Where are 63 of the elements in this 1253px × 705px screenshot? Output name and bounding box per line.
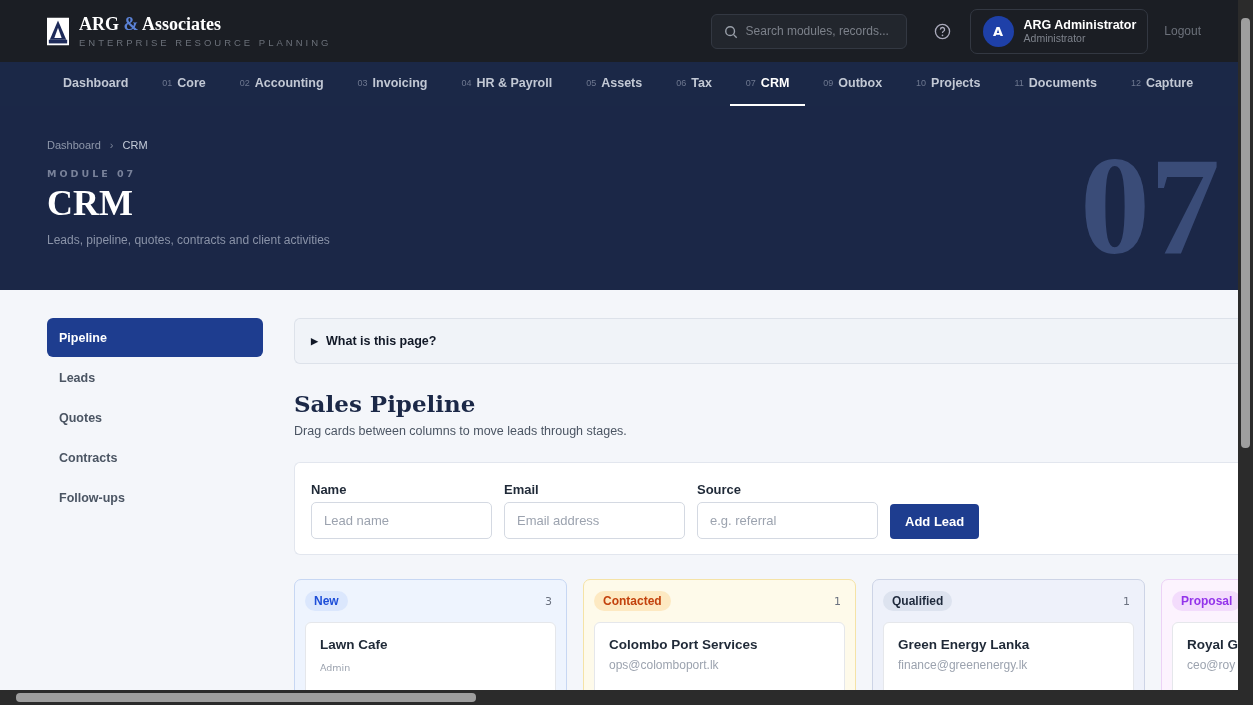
- input-field[interactable]: e.g. referral: [697, 502, 878, 539]
- sidebar-item[interactable]: Quotes: [47, 398, 263, 437]
- lead-card[interactable]: Green Energy Lanka finance@greenenergy.lk: [883, 622, 1134, 690]
- breadcrumb-current: CRM: [122, 139, 148, 151]
- lead-detail: Admin: [320, 662, 352, 673]
- breadcrumb-link[interactable]: Dashboard: [47, 139, 101, 151]
- page-title: CRM: [47, 183, 134, 223]
- nav-tab[interactable]: 01 Core: [146, 62, 222, 106]
- stage-badge: Proposal: [1172, 591, 1238, 611]
- lead-card[interactable]: Colombo Port Services ops@colomboport.lk: [594, 622, 845, 690]
- field-label: Name: [311, 482, 348, 497]
- page-subtitle: Leads, pipeline, quotes, contracts and client activities: [47, 233, 331, 247]
- input-field[interactable]: Email address: [504, 502, 685, 539]
- lead-name: Colombo Port Services: [609, 637, 759, 652]
- breadcrumb-separator: ›: [109, 139, 114, 151]
- lead-name: Royal G: [1187, 637, 1238, 652]
- horizontal-scrollbar[interactable]: [0, 690, 1253, 705]
- field-label: Source: [697, 482, 743, 497]
- sidebar-item[interactable]: Leads: [47, 358, 263, 397]
- nav-tab[interactable]: 10 Projects: [900, 62, 997, 106]
- lead-detail: ops@colomboport.lk: [609, 658, 720, 672]
- nav-tab[interactable]: 02 Accounting: [223, 62, 340, 106]
- nav-tab[interactable]: 04 HR & Payroll: [445, 62, 569, 106]
- stage-badge: Contacted: [594, 591, 671, 611]
- module-label: MODULE 07: [47, 168, 138, 179]
- nav-tab[interactable]: 09 Outbox: [807, 62, 899, 106]
- sidebar-item[interactable]: Follow-ups: [47, 478, 263, 517]
- sidebar-item[interactable]: Pipeline: [47, 318, 263, 357]
- brand-tagline: ENTERPRISE RESOURCE PLANNING: [79, 37, 332, 48]
- help-icon[interactable]: [933, 22, 951, 40]
- user-avatar: A: [982, 15, 1014, 47]
- lead-name: Green Energy Lanka: [898, 637, 1031, 652]
- vertical-scrollbar[interactable]: [1238, 0, 1253, 690]
- lead-name: Lawn Cafe: [320, 637, 389, 652]
- help-disclosure[interactable]: ▶ What is this page?: [294, 318, 1238, 364]
- field-label: Email: [504, 482, 540, 497]
- input-field[interactable]: Lead name: [311, 502, 492, 539]
- nav-tab[interactable]: 06 Tax: [660, 62, 728, 106]
- sidebar-item[interactable]: Contracts: [47, 438, 263, 477]
- user-menu[interactable]: A ARG Administrator Administrator: [969, 8, 1149, 54]
- lead-card[interactable]: Lawn Cafe Admin: [305, 622, 556, 690]
- lead-detail: finance@greenenergy.lk: [898, 658, 1029, 672]
- nav-tab[interactable]: 05 Assets: [570, 62, 659, 106]
- stage-badge: Qualified: [883, 591, 953, 611]
- lead-count: 1: [834, 594, 841, 608]
- search-field[interactable]: Search modules, records...: [710, 13, 907, 49]
- user-name: ARG Administrator: [1023, 18, 1137, 32]
- search-icon: [723, 24, 738, 39]
- add-lead-button[interactable]: Add Lead: [890, 504, 980, 539]
- nav-tab[interactable]: 12 Capture: [1114, 62, 1210, 106]
- lead-detail: ceo@roy: [1187, 658, 1237, 672]
- user-role: Administrator: [1023, 32, 1087, 44]
- stage-badge: New: [305, 591, 348, 611]
- nav-tab[interactable]: 03 Invoicing: [341, 62, 444, 106]
- lead-card[interactable]: Royal G ceo@roy: [1172, 622, 1238, 690]
- brand-name: ARG & Associates: [79, 14, 222, 34]
- section-subtitle: Drag cards between columns to move leads through stages.: [294, 424, 628, 438]
- lead-count: 1: [1123, 594, 1130, 608]
- nav-tab[interactable]: Dashboard: [47, 62, 145, 106]
- section-title: Sales Pipeline: [294, 390, 477, 418]
- lead-count: 3: [545, 594, 552, 608]
- nav-tab[interactable]: 11 Documents: [998, 62, 1113, 106]
- logo-icon: [47, 15, 69, 47]
